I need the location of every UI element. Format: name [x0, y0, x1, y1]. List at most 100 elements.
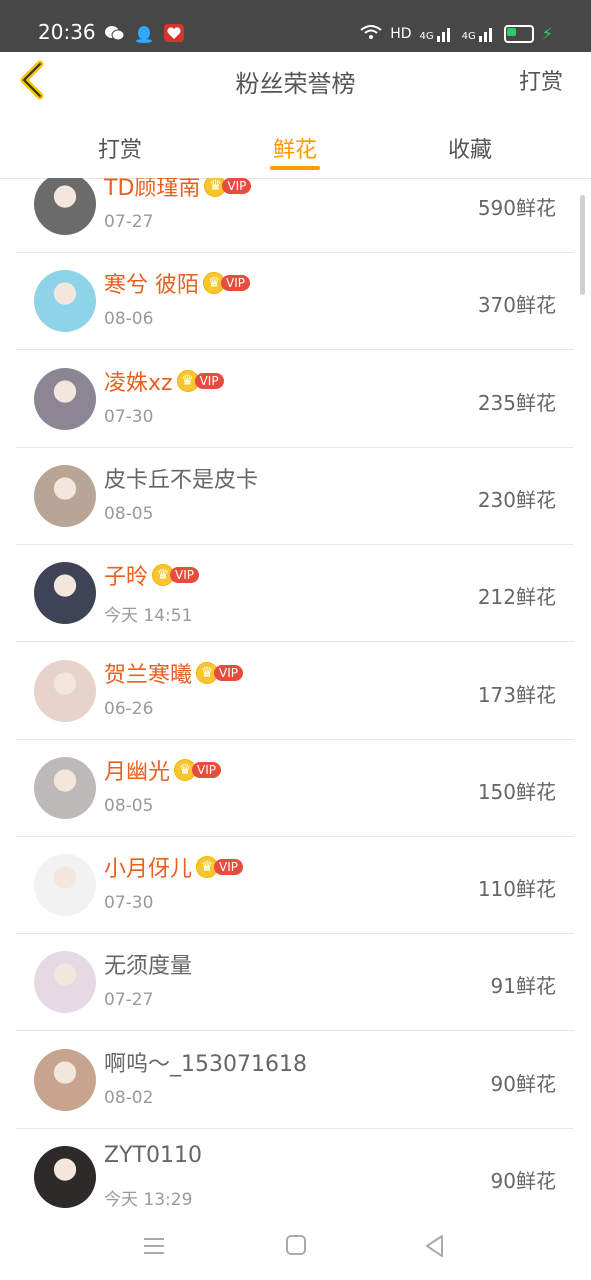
name-group: 无须度量: [104, 948, 192, 980]
user-name[interactable]: 无须度量: [104, 948, 192, 980]
flower-amount: 370鲜花: [477, 293, 556, 318]
status-time: 20:36: [38, 20, 96, 44]
avatar[interactable]: [34, 951, 96, 1014]
gift-date: 07-27: [104, 212, 154, 232]
name-group: 月幽光 ♛ VIP: [104, 754, 221, 786]
avatar[interactable]: [34, 1146, 96, 1208]
status-bar: 20:36 HD 4G 4G ⚡: [0, 0, 591, 52]
name-group: 皮卡丘不是皮卡: [104, 462, 258, 494]
vip-label: VIP: [221, 275, 250, 292]
charging-icon: ⚡: [541, 24, 553, 43]
flower-amount: 235鲜花: [477, 390, 556, 415]
back-triangle-icon[interactable]: [422, 1233, 448, 1259]
name-group: 凌姝xz ♛ VIP: [104, 365, 224, 397]
user-name[interactable]: 凌姝xz: [104, 365, 173, 397]
tab-flowers[interactable]: 鲜花: [235, 132, 355, 164]
vip-badge: ♛ VIP: [203, 272, 250, 295]
status-left-icons: [104, 24, 184, 43]
tab-favorites[interactable]: 收藏: [410, 132, 530, 164]
flower-amount: 173鲜花: [477, 682, 556, 707]
list-item[interactable]: 月幽光 ♛ VIP 08-05 150鲜花: [16, 740, 574, 837]
status-right-icons: HD 4G 4G ⚡: [360, 24, 553, 44]
avatar[interactable]: [34, 464, 96, 527]
flower-amount: 212鲜花: [477, 585, 556, 610]
flower-amount: 90鲜花: [490, 1071, 556, 1096]
name-group: 啊呜～_153071618: [104, 1046, 307, 1078]
signal-label: 4G: [419, 31, 434, 42]
vip-label: VIP: [222, 178, 252, 194]
list-item[interactable]: 啊呜～_153071618 08-02 90鲜花: [16, 1032, 574, 1129]
name-group: TD顾瑾南 ♛ VIP: [104, 178, 252, 202]
list-item[interactable]: 子昤 ♛ VIP 今天 14:51 212鲜花: [16, 545, 574, 643]
list-item[interactable]: 无须度量 07-27 91鲜花: [16, 934, 574, 1032]
fan-list[interactable]: TD顾瑾南 ♛ VIP 07-27 590鲜花 寒兮 彼陌 ♛ VIP 08-06 370鲜花 凌姝…: [0, 178, 591, 1213]
gift-date: 08-05: [104, 503, 154, 524]
gift-date: 08-06: [104, 309, 154, 330]
vip-badge: ♛ VIP: [196, 856, 243, 879]
name-group: ZYT0110: [104, 1143, 202, 1168]
list-item[interactable]: 凌姝xz ♛ VIP 07-30 235鲜花: [16, 351, 574, 448]
user-name[interactable]: ZYT0110: [104, 1143, 202, 1168]
user-name[interactable]: 皮卡丘不是皮卡: [104, 462, 258, 494]
title-bar: 粉丝荣誉榜 打赏: [0, 52, 591, 111]
user-name[interactable]: 啊呜～_153071618: [104, 1046, 307, 1078]
vip-label: VIP: [194, 372, 224, 389]
avatar[interactable]: [34, 367, 96, 430]
flower-amount: 90鲜花: [490, 1169, 556, 1193]
home-icon[interactable]: [284, 1233, 310, 1259]
page-title: 粉丝荣誉榜: [235, 70, 356, 98]
vip-badge: ♛ VIP: [152, 564, 199, 587]
user-name[interactable]: 子昤: [104, 559, 148, 591]
reward-button[interactable]: 打赏: [519, 64, 563, 96]
list-item[interactable]: ZYT0110 今天 13:29 90鲜花: [16, 1129, 574, 1213]
avatar[interactable]: [34, 756, 96, 819]
battery-icon: [503, 25, 534, 43]
flower-amount: 91鲜花: [490, 974, 556, 999]
gift-date: 今天 14:51: [104, 606, 193, 627]
hd-icon: HD: [390, 26, 412, 42]
list-item[interactable]: TD顾瑾南 ♛ VIP 07-27 590鲜花: [16, 178, 574, 253]
vip-label: VIP: [214, 859, 243, 876]
list-item[interactable]: 贺兰寒曦 ♛ VIP 06-26 173鲜花: [16, 643, 574, 740]
wechat-icon: [104, 24, 125, 42]
user-name[interactable]: 小月伢儿: [104, 851, 192, 883]
scrollbar[interactable]: [580, 195, 585, 295]
gift-date: 07-30: [104, 406, 154, 427]
tab-reward[interactable]: 打赏: [60, 132, 180, 164]
vip-badge: ♛ VIP: [204, 178, 252, 197]
avatar[interactable]: [34, 562, 96, 625]
signal-4g-icon: 4G: [462, 26, 496, 42]
name-group: 寒兮 彼陌 ♛ VIP: [104, 267, 250, 299]
avatar[interactable]: [34, 178, 96, 235]
user-name[interactable]: 贺兰寒曦: [104, 657, 192, 689]
signal-4g-icon: 4G: [420, 26, 454, 42]
gift-date: 06-26: [104, 698, 154, 719]
user-name[interactable]: 月幽光: [104, 754, 170, 786]
list-item[interactable]: 寒兮 彼陌 ♛ VIP 08-06 370鲜花: [16, 253, 574, 351]
vip-label: VIP: [170, 567, 199, 584]
tab-active-indicator: [270, 166, 320, 170]
gift-date: 07-27: [104, 990, 154, 1011]
battery-level: [506, 28, 516, 36]
flower-amount: 110鲜花: [477, 877, 556, 902]
name-group: 子昤 ♛ VIP: [104, 559, 199, 591]
avatar[interactable]: [34, 270, 96, 333]
avatar[interactable]: [34, 659, 96, 722]
signal-label: 4G: [461, 31, 476, 42]
system-nav-bar: [0, 1213, 591, 1280]
avatar[interactable]: [34, 1048, 96, 1111]
avatar[interactable]: [34, 854, 96, 917]
gift-date: 08-05: [104, 795, 154, 816]
vip-badge: ♛ VIP: [176, 369, 224, 392]
vip-label: VIP: [192, 761, 221, 778]
vip-label: VIP: [214, 664, 243, 681]
list-item[interactable]: 皮卡丘不是皮卡 08-05 230鲜花: [16, 448, 574, 545]
name-group: 小月伢儿 ♛ VIP: [104, 851, 243, 883]
qq-icon: [134, 24, 154, 43]
user-name[interactable]: 寒兮 彼陌: [104, 267, 199, 299]
flower-amount: 230鲜花: [477, 487, 556, 512]
name-group: 贺兰寒曦 ♛ VIP: [104, 657, 243, 689]
list-item[interactable]: 小月伢儿 ♛ VIP 07-30 110鲜花: [16, 837, 574, 935]
menu-icon[interactable]: [142, 1233, 168, 1259]
user-name[interactable]: TD顾瑾南: [104, 178, 200, 202]
